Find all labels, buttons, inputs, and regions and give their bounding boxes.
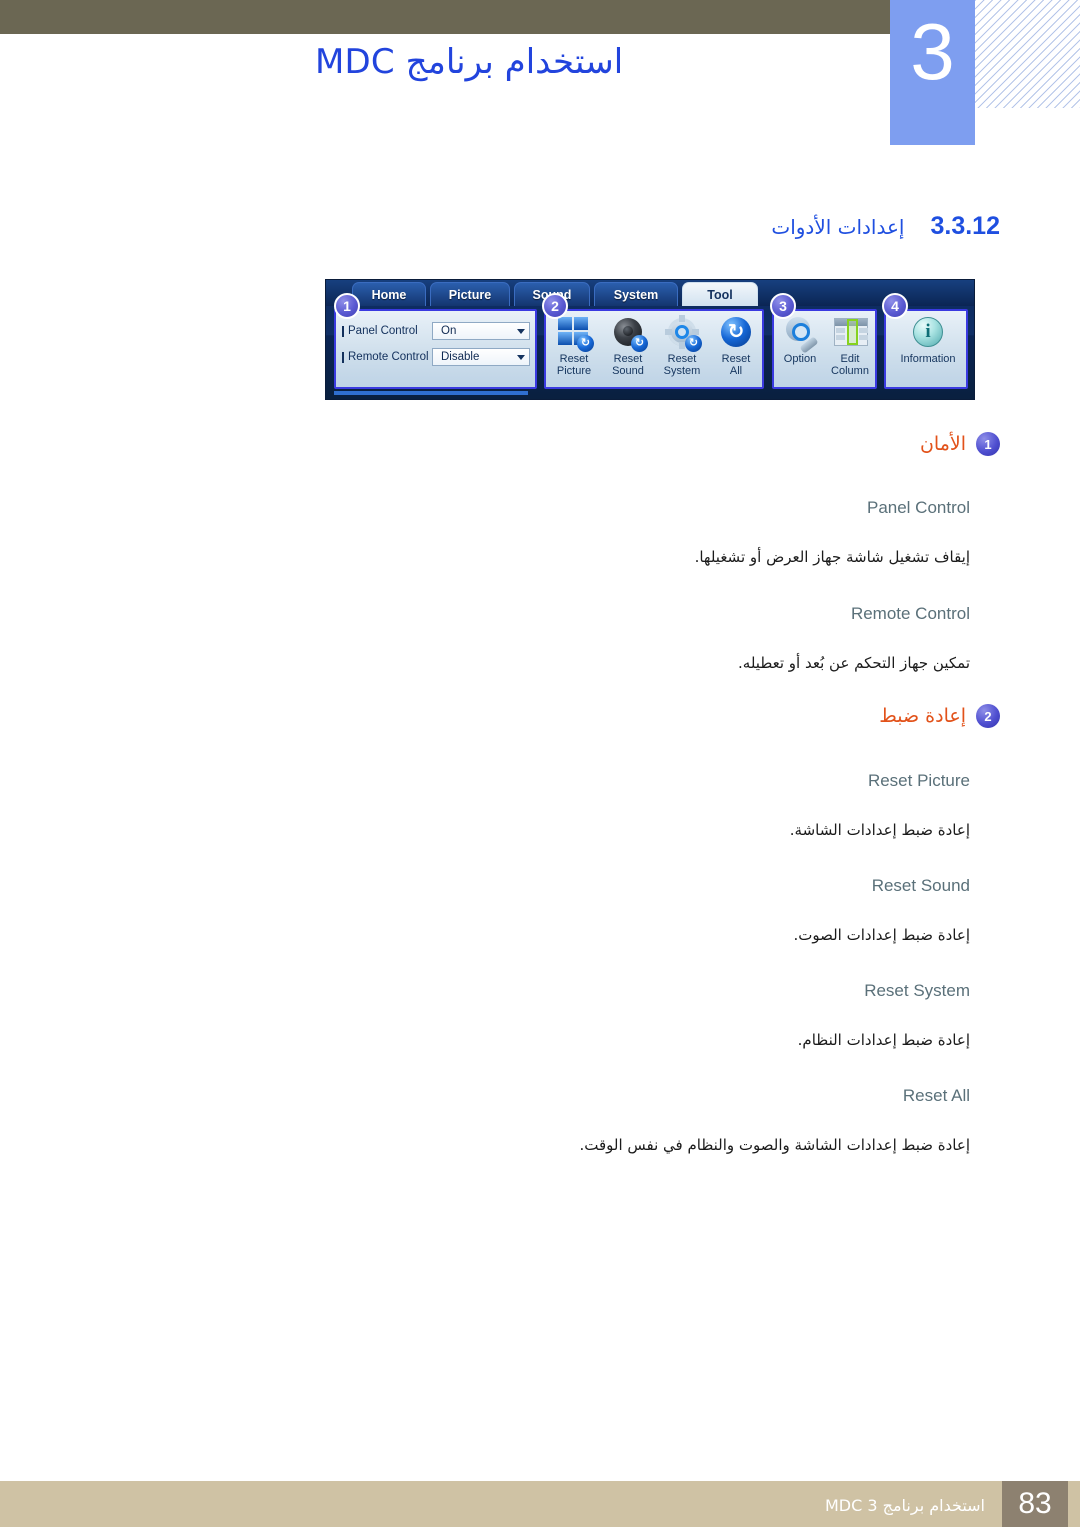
reset-system-icon: ↻ [663, 315, 702, 352]
page-number: 83 [1002, 1481, 1068, 1527]
desc-panel-control: إيقاف تشغيل شاشة جهاز العرض أو تشغيلها. [694, 548, 970, 566]
desc-reset-sound: إعادة ضبط إعدادات الصوت. [793, 926, 970, 944]
desc-remote-control: تمكين جهاز التحكم عن بُعد أو تعطيله. [738, 654, 970, 672]
block-badge-2: 2 [976, 704, 1000, 728]
reset-system-label-2: System [663, 365, 701, 377]
reset-picture-label-2: Picture [556, 365, 592, 377]
section-number: 3.3.12 [930, 212, 1000, 240]
edit-column-icon [831, 315, 869, 351]
option-label-1: Option [783, 353, 817, 365]
bullet-icon [342, 325, 344, 337]
panel-control-label: Panel Control [348, 325, 418, 337]
header-hatch-pattern [975, 0, 1080, 108]
refresh-badge-icon: ↻ [685, 335, 702, 352]
remote-control-label: Remote Control [348, 351, 429, 363]
group-reset: ↻ Reset Picture ↻ Reset Sound ↻ Reset Sy… [544, 309, 764, 389]
group-information: i Information [884, 309, 968, 389]
bullet-icon [342, 351, 344, 363]
remote-control-row: Remote Control Disable [342, 347, 534, 367]
desc-reset-system: إعادة ضبط إعدادات النظام. [797, 1031, 970, 1049]
edit-column-button[interactable]: Edit Column [824, 315, 876, 387]
reset-all-label-2: All [729, 365, 743, 377]
block-heading-security: 1 الأمان [920, 432, 1000, 456]
chapter-title: استخدام برنامج MDC [315, 42, 624, 82]
reset-system-label-1: Reset [667, 353, 697, 365]
panel-control-select[interactable]: On [432, 322, 530, 340]
information-icon: i [909, 315, 947, 351]
block-heading-reset: 2 إعادة ضبط [879, 704, 1000, 728]
chevron-down-icon [517, 354, 525, 360]
footer-chapter-text: استخدام برنامج MDC 3 [825, 1496, 985, 1515]
reset-system-button[interactable]: ↻ Reset System [656, 315, 708, 387]
callout-badge-3: 3 [770, 293, 796, 319]
reset-sound-label-1: Reset [613, 353, 643, 365]
section-title: إعدادات الأدوات [771, 215, 905, 239]
reset-all-button[interactable]: ↻ Reset All [710, 315, 762, 387]
callout-badge-2: 2 [542, 293, 568, 319]
group-option: Option Edit Column [772, 309, 877, 389]
edit-column-label-2: Column [831, 365, 869, 377]
reset-sound-icon: ↻ [609, 315, 648, 352]
edit-column-label-1: Edit [840, 353, 860, 365]
term-reset-sound: Reset Sound [871, 876, 970, 895]
information-label: Information [900, 353, 956, 365]
tab-tool[interactable]: Tool [682, 282, 758, 306]
desc-reset-picture: إعادة ضبط إعدادات الشاشة. [789, 821, 970, 839]
group-security: Panel Control On Remote Control Disable [334, 309, 537, 389]
reset-picture-label-1: Reset [559, 353, 589, 365]
chevron-down-icon [517, 328, 525, 334]
block-title-reset: إعادة ضبط [879, 705, 966, 727]
block-title-security: الأمان [919, 433, 966, 455]
callout-badge-1: 1 [334, 293, 360, 319]
chapter-number-block: 3 [890, 0, 975, 145]
panel-control-row: Panel Control On [342, 321, 534, 341]
reset-picture-button[interactable]: ↻ Reset Picture [548, 315, 600, 387]
term-reset-all: Reset All [902, 1086, 970, 1105]
term-panel-control: Panel Control [866, 498, 970, 517]
manual-page: 3 استخدام برنامج MDC 3.3.12 إعدادات الأد… [0, 0, 1080, 1527]
group-security-underline [334, 391, 528, 395]
tab-home[interactable]: Home [352, 282, 426, 306]
remote-control-select[interactable]: Disable [432, 348, 530, 366]
block-badge-1: 1 [976, 432, 1000, 456]
panel-control-value: On [441, 325, 457, 337]
option-gear-wrench-icon [781, 315, 819, 354]
mdc-toolbar-screenshot: Home Picture Sound System Tool Panel Con… [325, 279, 975, 400]
term-remote-control: Remote Control [850, 604, 970, 623]
information-button[interactable]: i Information [898, 315, 958, 387]
reset-all-label-1: Reset [721, 353, 751, 365]
refresh-badge-icon: ↻ [631, 335, 648, 352]
remote-control-value: Disable [441, 351, 480, 363]
reset-sound-label-2: Sound [612, 365, 644, 377]
refresh-badge-icon: ↻ [577, 335, 594, 352]
chapter-number: 3 [910, 7, 955, 96]
reset-picture-icon: ↻ [555, 315, 594, 352]
term-reset-system: Reset System [864, 981, 970, 1000]
callout-badge-4: 4 [882, 293, 908, 319]
tab-picture[interactable]: Picture [430, 282, 510, 306]
section-heading: 3.3.12 إعدادات الأدوات [771, 212, 1000, 241]
term-reset-picture: Reset Picture [867, 771, 970, 790]
desc-reset-all: إعادة ضبط إعدادات الشاشة والصوت والنظام … [579, 1136, 970, 1154]
reset-all-icon: ↻ [717, 315, 755, 351]
reset-sound-button[interactable]: ↻ Reset Sound [602, 315, 654, 387]
header-dark-bar [0, 0, 890, 34]
tab-system[interactable]: System [594, 282, 678, 306]
option-button[interactable]: Option [774, 315, 826, 387]
